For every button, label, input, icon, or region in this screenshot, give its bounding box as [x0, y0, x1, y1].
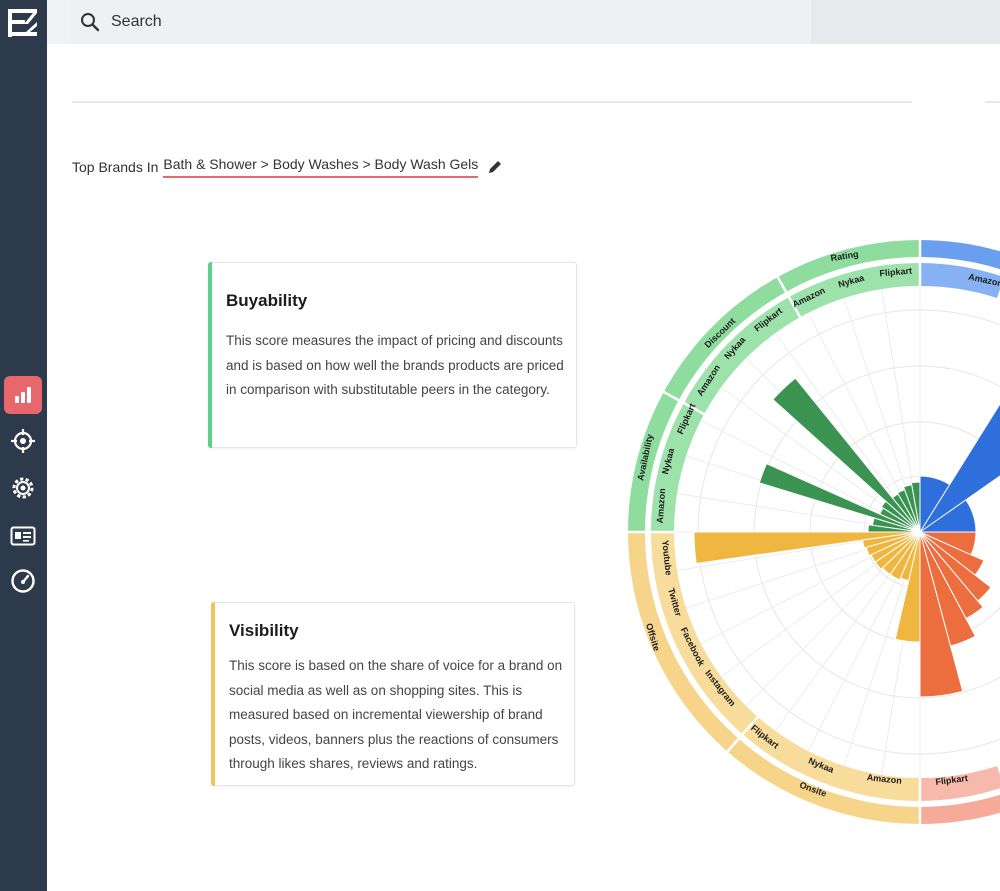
buyability-card: Buyability This score measures the impac… [208, 262, 577, 448]
top-bar [47, 0, 1000, 44]
card-accent-bar [211, 602, 215, 786]
card-title: Buyability [226, 291, 308, 310]
divider [72, 101, 912, 103]
breadcrumb-category-path[interactable]: Bath & Shower > Body Washes > Body Wash … [163, 156, 479, 178]
card-description: This score is based on the share of voic… [229, 658, 563, 771]
visibility-card: Visibility This score is based on the sh… [211, 602, 575, 786]
bar-chart-icon [15, 387, 31, 403]
top-bar-right [811, 0, 1000, 44]
speedometer-icon [11, 569, 35, 593]
search-bar [71, 0, 811, 44]
search-input[interactable] [111, 13, 711, 31]
sidebar-item-dashboard[interactable] [4, 376, 42, 414]
sidebar-item-settings[interactable] [4, 469, 42, 507]
sidebar [0, 0, 47, 891]
card-title: Visibility [229, 621, 299, 640]
search-icon [81, 13, 100, 32]
gear-icon [12, 477, 34, 499]
sidebar-item-performance[interactable] [4, 562, 42, 600]
radial-score-chart[interactable]: Rating Discount Availability Flipkart Ny… [600, 215, 1000, 855]
brand-logo[interactable] [6, 6, 39, 39]
divider [985, 101, 1000, 103]
crosshair-icon [11, 429, 35, 453]
breadcrumb-prefix: Top Brands In [72, 159, 159, 175]
id-card-icon [10, 526, 36, 546]
breadcrumb: Top Brands In Bath & Shower > Body Washe… [72, 156, 504, 178]
data-wedges [693, 377, 1000, 698]
sidebar-item-target[interactable] [4, 422, 42, 460]
card-accent-bar [208, 262, 212, 448]
pencil-icon[interactable] [486, 158, 504, 176]
sidebar-item-profile[interactable] [4, 517, 42, 555]
card-description: This score measures the impact of pricin… [226, 333, 564, 397]
radial-chart-svg: Rating Discount Availability Flipkart Ny… [620, 230, 1000, 834]
